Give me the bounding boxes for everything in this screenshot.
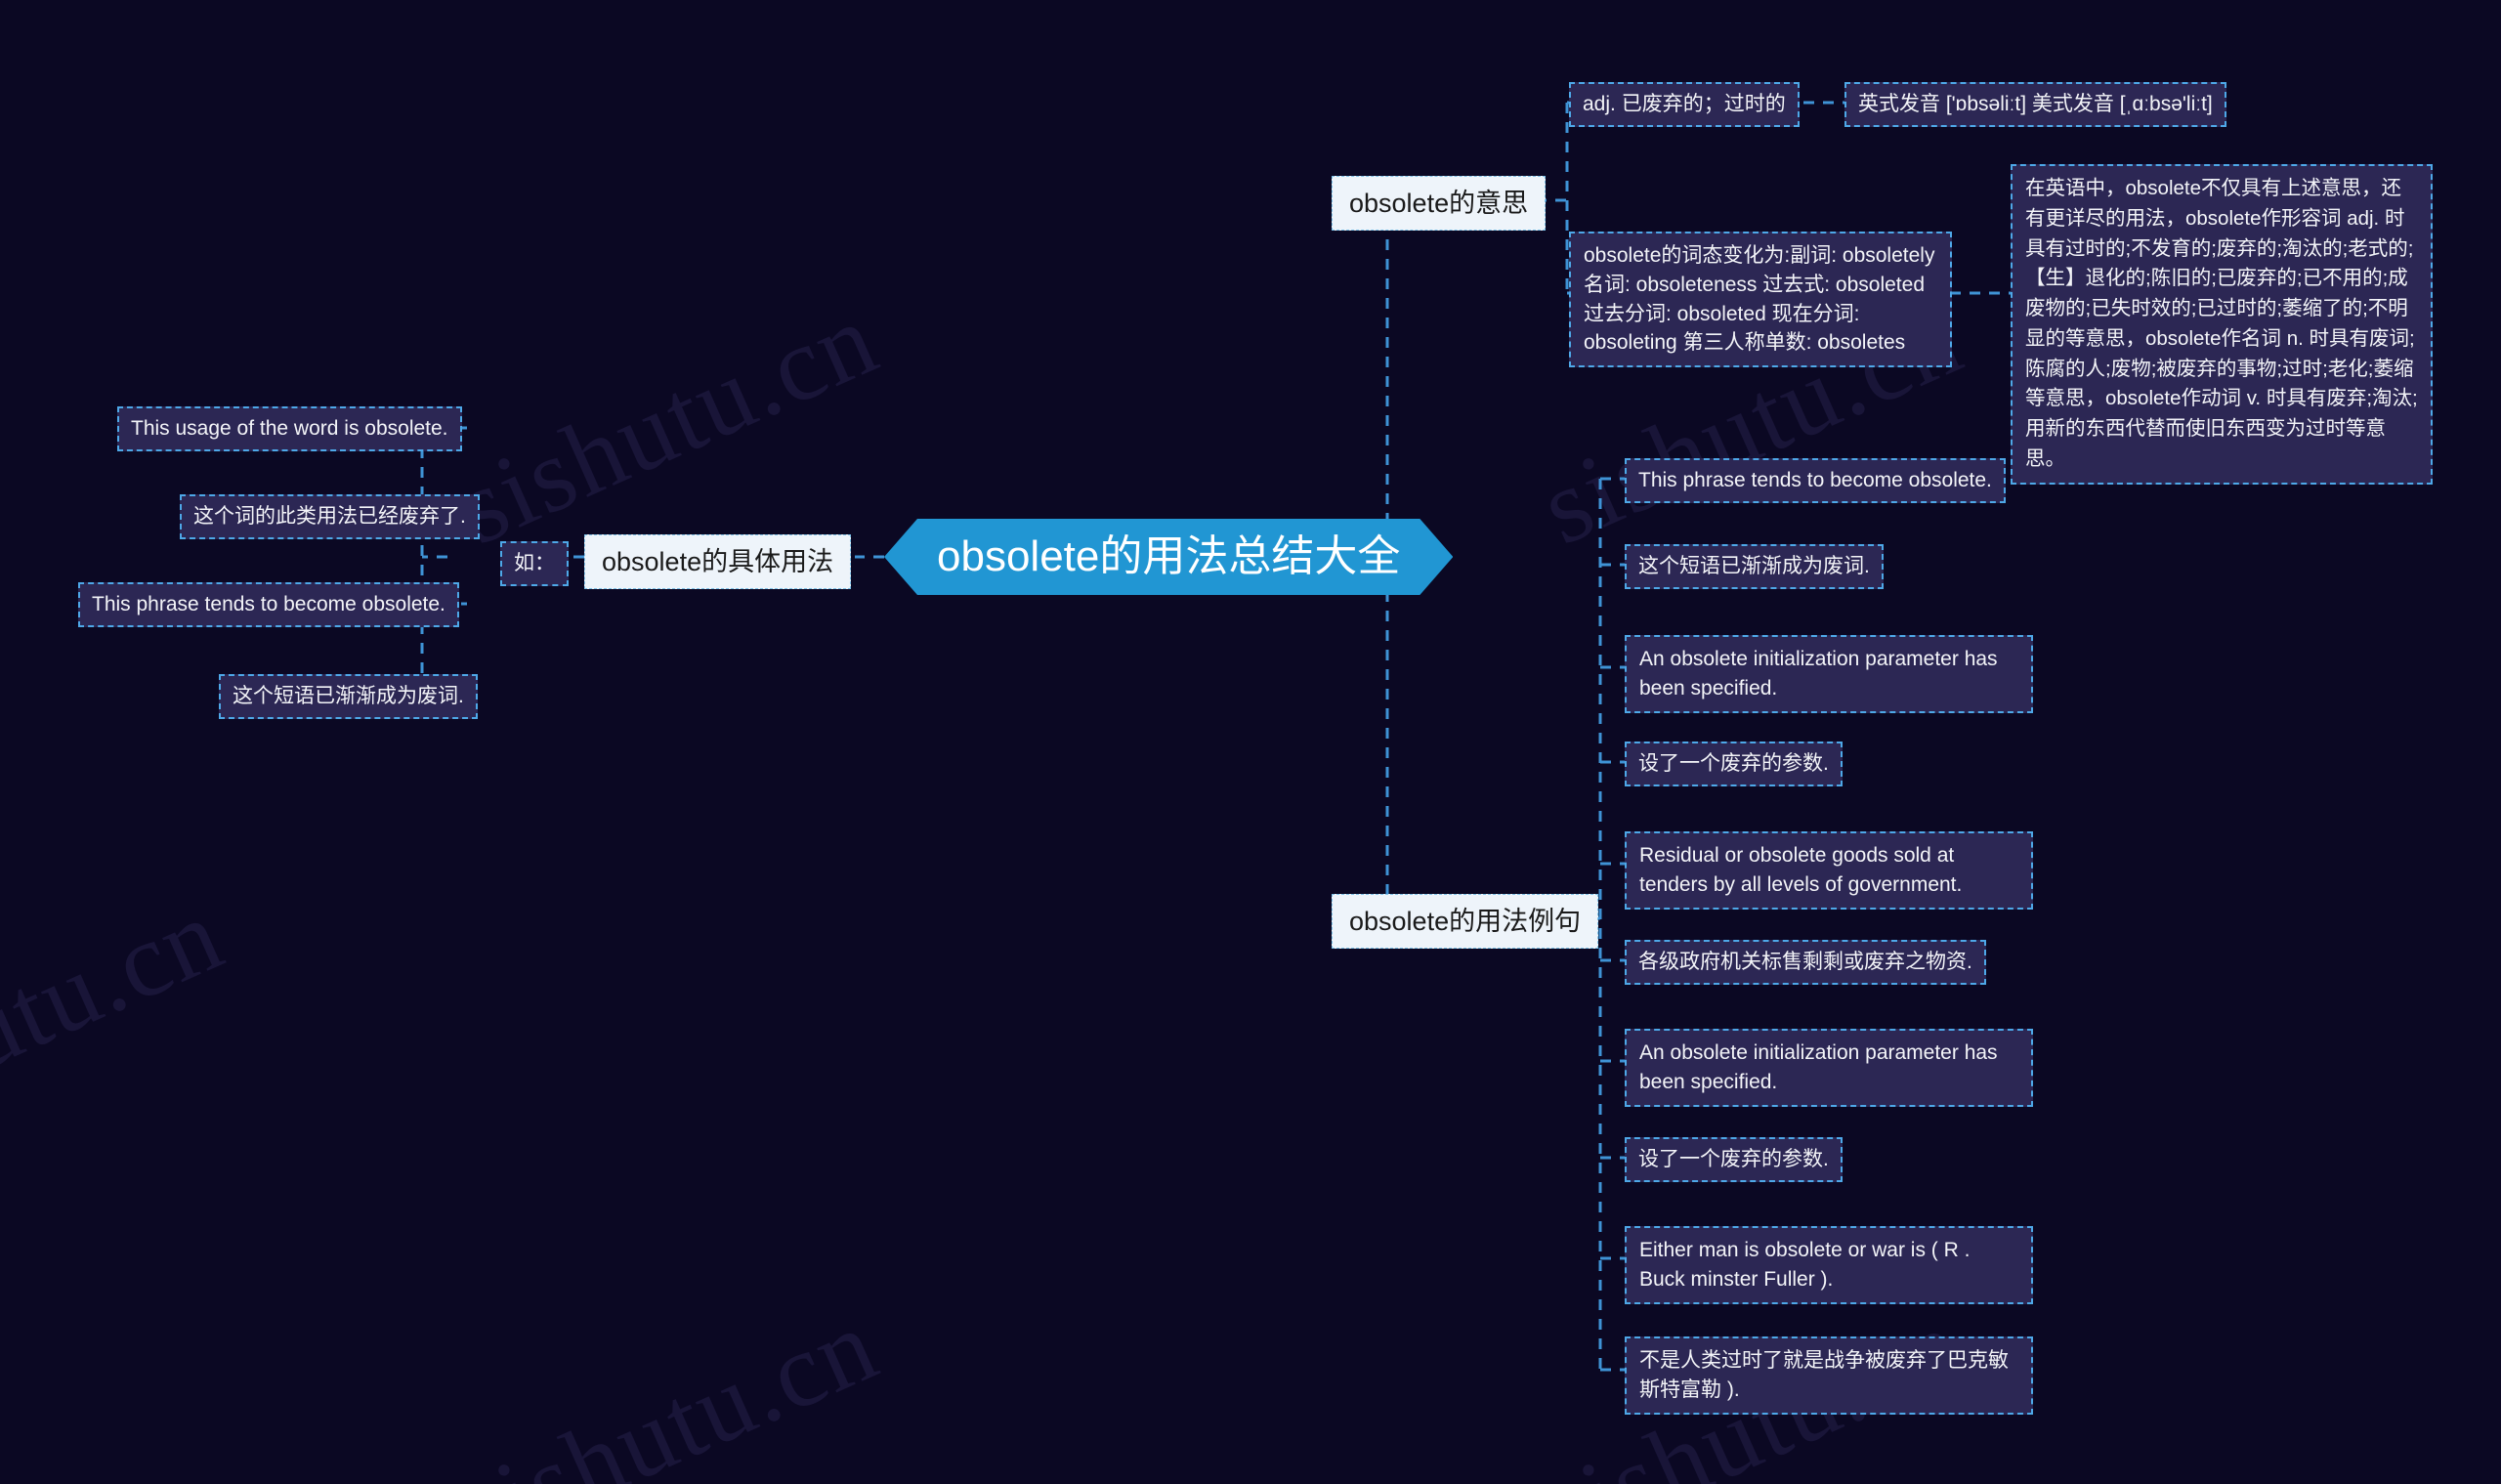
sentence-label: This phrase tends to become obsolete. <box>1638 469 1992 491</box>
sentence-node[interactable]: An obsolete initialization parameter has… <box>1625 1029 2033 1107</box>
watermark-text: sishutu.cn <box>440 279 894 568</box>
usage-example-node[interactable]: This phrase tends to become obsolete. <box>78 582 459 627</box>
branch-node-meaning[interactable]: obsolete的意思 <box>1332 176 1547 232</box>
sentence-label: 设了一个废弃的参数. <box>1638 1148 1829 1170</box>
usage-example-label: This usage of the word is obsolete. <box>131 417 448 440</box>
meaning-inflections-node[interactable]: obsolete的词态变化为:副词: obsoletely 名词: obsole… <box>1569 232 1952 368</box>
usage-example-node[interactable]: 这个词的此类用法已经废弃了. <box>180 494 480 539</box>
sentence-label: Residual or obsolete goods sold at tende… <box>1639 844 1963 896</box>
meaning-adj-label: adj. 已废弃的；过时的 <box>1583 93 1786 115</box>
sentence-node[interactable]: Residual or obsolete goods sold at tende… <box>1625 831 2033 910</box>
usage-connector-node[interactable]: 如： <box>500 541 569 586</box>
usage-example-node[interactable]: This usage of the word is obsolete. <box>117 406 462 451</box>
sentence-label: 这个短语已渐渐成为废词. <box>1638 555 1870 577</box>
sentence-node[interactable]: Either man is obsolete or war is ( R . B… <box>1625 1226 2033 1304</box>
sentence-node[interactable]: An obsolete initialization parameter has… <box>1625 635 2033 713</box>
sentence-label: 不是人类过时了就是战争被废弃了巴克敏斯特富勒 ). <box>1639 1349 2009 1401</box>
sentence-label: 设了一个废弃的参数. <box>1638 752 1829 775</box>
branch-node-meaning-label: obsolete的意思 <box>1349 189 1529 218</box>
watermark-text: sishutu.cn <box>0 875 239 1164</box>
meaning-detail-node[interactable]: 在英语中，obsolete不仅具有上述意思，还有更详尽的用法，obsolete作… <box>2011 164 2433 485</box>
meaning-pronunciation-label: 英式发音 ['ɒbsəliːt] 美式发音 [ˌɑːbsə'liːt] <box>1858 93 2213 115</box>
usage-example-label: 这个短语已渐渐成为废词. <box>233 685 464 707</box>
usage-example-node[interactable]: 这个短语已渐渐成为废词. <box>219 674 478 719</box>
sentence-label: Either man is obsolete or war is ( R . B… <box>1639 1239 1971 1291</box>
usage-connector-label: 如： <box>514 552 555 574</box>
sentence-node[interactable]: 设了一个废弃的参数. <box>1625 742 1843 786</box>
meaning-adj-node[interactable]: adj. 已废弃的；过时的 <box>1569 82 1800 127</box>
sentence-label: 各级政府机关标售剩剩或废弃之物资. <box>1638 951 1972 973</box>
meaning-inflections-label: obsolete的词态变化为:副词: obsoletely 名词: obsole… <box>1584 244 1935 355</box>
root-node-label: obsolete的用法总结大全 <box>937 531 1401 580</box>
sentence-label: An obsolete initialization parameter has… <box>1639 1041 1998 1093</box>
branch-node-sentences[interactable]: obsolete的用法例句 <box>1332 894 1599 950</box>
sentence-node[interactable]: 这个短语已渐渐成为废词. <box>1625 544 1884 589</box>
sentence-node[interactable]: 设了一个废弃的参数. <box>1625 1137 1843 1182</box>
branch-node-usage-label: obsolete的具体用法 <box>602 547 834 576</box>
sentence-label: An obsolete initialization parameter has… <box>1639 648 1998 700</box>
watermark-text: sishutu.cn <box>440 1286 894 1484</box>
usage-example-label: 这个词的此类用法已经废弃了. <box>193 505 466 528</box>
root-node[interactable]: obsolete的用法总结大全 <box>884 519 1453 595</box>
usage-example-label: This phrase tends to become obsolete. <box>92 593 445 615</box>
meaning-pronunciation-node[interactable]: 英式发音 ['ɒbsəliːt] 美式发音 [ˌɑːbsə'liːt] <box>1844 82 2226 127</box>
sentence-node[interactable]: 各级政府机关标售剩剩或废弃之物资. <box>1625 940 1986 985</box>
branch-node-usage[interactable]: obsolete的具体用法 <box>584 534 852 590</box>
sentence-node[interactable]: This phrase tends to become obsolete. <box>1625 458 2006 503</box>
branch-node-sentences-label: obsolete的用法例句 <box>1349 907 1582 936</box>
sentence-node[interactable]: 不是人类过时了就是战争被废弃了巴克敏斯特富勒 ). <box>1625 1336 2033 1415</box>
meaning-detail-label: 在英语中，obsolete不仅具有上述意思，还有更详尽的用法，obsolete作… <box>2025 177 2418 470</box>
